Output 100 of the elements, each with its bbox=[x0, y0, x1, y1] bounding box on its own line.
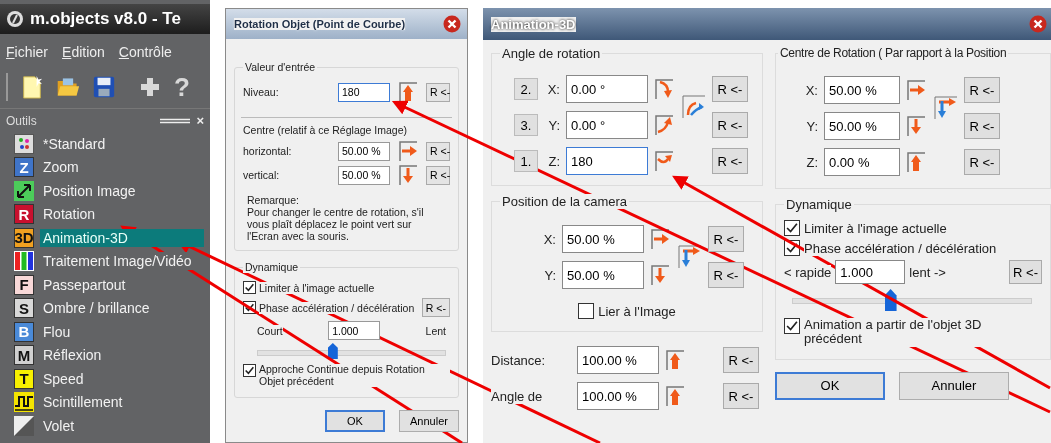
axes-arrows-icon bbox=[934, 96, 958, 120]
input-field[interactable]: 50.00 % bbox=[338, 165, 390, 185]
menu-item[interactable]: Contrôle bbox=[118, 44, 172, 60]
up-arrow-icon bbox=[906, 151, 926, 173]
down-arrow-icon bbox=[906, 115, 926, 137]
diagonal-arrow-icon bbox=[14, 180, 34, 201]
input-field[interactable]: 1.000 bbox=[328, 321, 381, 340]
input-field[interactable]: 50.00 % bbox=[824, 76, 900, 104]
reset-button[interactable]: R <- bbox=[426, 165, 450, 185]
tool-icon: 3D bbox=[14, 227, 34, 248]
cancel-button[interactable]: Annuler bbox=[899, 371, 1009, 400]
order-button[interactable]: 2. bbox=[514, 78, 538, 100]
reset-button[interactable]: R <- bbox=[708, 262, 744, 288]
group-label: Centre de Rotation ( Par rapport à la Position bbox=[778, 46, 1009, 60]
close-icon[interactable] bbox=[443, 15, 461, 33]
rotation-axes-icon bbox=[682, 95, 706, 119]
input-field[interactable]: 50.00 % bbox=[338, 141, 390, 161]
reset-button[interactable]: R <- bbox=[426, 141, 450, 161]
input-field[interactable]: 0.00 ° bbox=[566, 111, 648, 139]
checkbox[interactable] bbox=[243, 281, 256, 294]
grip-icon[interactable] bbox=[160, 117, 191, 124]
checkbox-label: Approche Continue depuis Rotation Objet précédent bbox=[259, 364, 450, 388]
reset-button[interactable]: R <- bbox=[421, 298, 450, 317]
reset-button[interactable]: R <- bbox=[712, 112, 748, 138]
menu-item[interactable]: Edition bbox=[62, 44, 105, 60]
group-label: Angle de rotation bbox=[500, 46, 603, 61]
tool-icon: M bbox=[14, 345, 34, 366]
logo-icon bbox=[6, 10, 24, 28]
reset-button[interactable]: R <- bbox=[723, 383, 759, 409]
input-field[interactable]: 180 bbox=[566, 147, 648, 175]
help-button[interactable]: ? bbox=[174, 71, 190, 103]
slider-min-label: < rapide bbox=[784, 264, 832, 280]
right-arrow-icon bbox=[398, 140, 418, 162]
tool-icon: Z bbox=[14, 157, 34, 178]
close-button[interactable]: × bbox=[196, 113, 204, 128]
menu-item[interactable]: Fichier bbox=[6, 44, 49, 60]
input-field[interactable]: 50.00 % bbox=[562, 225, 644, 253]
curved-arrow-icon bbox=[654, 150, 674, 172]
input-field[interactable]: 50.00 % bbox=[824, 112, 900, 140]
tool-icon: S bbox=[14, 298, 34, 319]
up-arrow-icon bbox=[398, 81, 418, 103]
group-label: Valeur d'entrée bbox=[243, 61, 318, 73]
group-label: Dynamique bbox=[784, 197, 854, 212]
input-field[interactable]: 180 bbox=[338, 82, 390, 102]
section-label: Centre (relatif à ce Réglage Image) bbox=[243, 124, 408, 136]
ok-button[interactable]: OK bbox=[775, 371, 885, 400]
tool-icon: F bbox=[14, 274, 34, 295]
reset-button[interactable]: R <- bbox=[708, 226, 744, 252]
cancel-button[interactable]: Annuler bbox=[399, 410, 459, 433]
square-wave-icon bbox=[14, 392, 34, 413]
checkbox[interactable] bbox=[784, 318, 800, 334]
group-label: Dynamique bbox=[243, 261, 301, 273]
input-field[interactable]: 0.00 ° bbox=[566, 75, 648, 103]
ok-button[interactable]: OK bbox=[325, 410, 385, 433]
color-bars-icon bbox=[14, 251, 34, 272]
right-arrow-icon bbox=[650, 228, 670, 250]
tool-item[interactable]: Traitement Image/Vidéo bbox=[40, 252, 195, 271]
axes-arrows-icon bbox=[678, 245, 702, 269]
reset-button[interactable]: R <- bbox=[964, 149, 1000, 175]
reset-button[interactable]: R <- bbox=[964, 77, 1000, 103]
reset-button[interactable]: R <- bbox=[426, 82, 450, 102]
input-field[interactable]: 100.00 % bbox=[577, 346, 659, 374]
up-arrow-icon bbox=[665, 385, 685, 407]
slider-thumb[interactable] bbox=[327, 343, 338, 359]
slider-min-label: Court bbox=[257, 324, 283, 337]
checkbox[interactable] bbox=[243, 364, 256, 377]
input-field[interactable]: 50.00 % bbox=[562, 261, 644, 289]
standard-icon bbox=[14, 133, 34, 154]
checkbox[interactable] bbox=[578, 303, 595, 319]
curved-arrow-icon bbox=[654, 114, 674, 136]
checkbox-label: Limiter à l'image actuelle bbox=[259, 281, 375, 294]
input-field[interactable]: 0.00 % bbox=[824, 148, 900, 176]
dialog-title: Animation-3D bbox=[491, 16, 576, 32]
reset-button[interactable]: R <- bbox=[712, 148, 748, 174]
reset-button[interactable]: R <- bbox=[723, 347, 759, 373]
save-icon[interactable] bbox=[92, 74, 116, 100]
input-field[interactable]: 1.000 bbox=[835, 260, 906, 284]
window-title: m.objects v8.0 - Te bbox=[30, 9, 181, 29]
reset-button[interactable]: R <- bbox=[712, 76, 748, 102]
close-icon[interactable] bbox=[1029, 15, 1047, 33]
tool-icon: R bbox=[14, 204, 34, 225]
new-document-icon[interactable] bbox=[20, 74, 44, 100]
reset-button[interactable]: R <- bbox=[964, 113, 1000, 139]
input-field[interactable]: 100.00 % bbox=[577, 382, 659, 410]
panel-title: Outils bbox=[6, 113, 38, 128]
curved-arrow-icon bbox=[654, 78, 674, 100]
reset-button[interactable]: R <- bbox=[1009, 260, 1042, 284]
up-arrow-icon bbox=[665, 349, 685, 371]
down-arrow-icon bbox=[398, 164, 418, 186]
tool-icon: B bbox=[14, 321, 34, 342]
down-arrow-icon bbox=[650, 264, 670, 286]
group-label: Position de la camera bbox=[500, 194, 629, 209]
order-button[interactable]: 3. bbox=[514, 114, 538, 136]
right-arrow-icon bbox=[906, 79, 926, 101]
diagonal-split-icon bbox=[14, 415, 34, 436]
dialog-title: Rotation Objet (Point de Courbe) bbox=[234, 18, 406, 30]
checkbox-label: Phase accélération / décélération bbox=[259, 301, 415, 314]
order-button[interactable]: 1. bbox=[514, 150, 538, 172]
tool-item[interactable]: Animation-3D bbox=[40, 228, 204, 247]
checkbox[interactable] bbox=[784, 220, 800, 236]
